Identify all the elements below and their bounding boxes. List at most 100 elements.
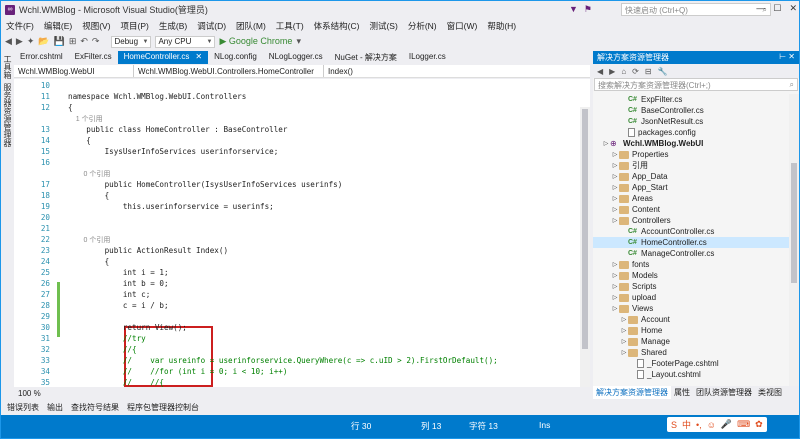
save-all-icon[interactable]: ⊞ <box>69 36 77 47</box>
nav-member-dropdown[interactable]: Index() <box>324 65 444 77</box>
menu-item[interactable]: 窗口(W) <box>442 20 483 32</box>
code-editor[interactable]: 10 11 namespace Wchl.WMBlog.WebUI.Controll… <box>14 79 590 387</box>
tree-item[interactable]: ▷ ⊕ Wchl.WMBlog.WebUI <box>593 138 789 149</box>
forward-icon[interactable]: ▶ <box>609 67 615 76</box>
properties-icon[interactable]: 🔧 <box>658 67 668 76</box>
tree-item[interactable]: ▷ fonts <box>593 259 789 270</box>
panel-tab[interactable]: 解决方案资源管理器 <box>593 386 671 399</box>
tree-item[interactable]: ▷ 引用 <box>593 160 789 171</box>
tree-item[interactable]: C# JsonNetResult.cs <box>593 116 789 127</box>
tree-item[interactable]: ▷ Content <box>593 204 789 215</box>
run-button[interactable]: ▶ Google Chrome <box>219 36 292 47</box>
document-tab[interactable]: NLogLogger.cs <box>263 51 329 64</box>
panel-tab[interactable]: 属性 <box>671 386 693 399</box>
expand-icon[interactable]: ▷ <box>611 206 619 213</box>
expand-icon[interactable]: ▷ <box>611 294 619 301</box>
document-tab[interactable]: Error.cshtml <box>14 51 69 64</box>
ime-toolbar[interactable]: S 中 •, ☺ 🎤 ⌨ ✿ <box>667 417 767 432</box>
expand-icon[interactable]: ▷ <box>611 261 619 268</box>
toolbox-tab[interactable]: 工具箱 <box>2 55 13 79</box>
tree-scrollbar-thumb[interactable] <box>791 163 797 283</box>
zoom-level[interactable]: 100 % <box>14 387 590 399</box>
panel-tab[interactable]: 类视图 <box>755 386 785 399</box>
output-tab[interactable]: 输出 <box>47 402 63 413</box>
expand-icon[interactable]: ▷ <box>620 338 628 345</box>
maximize-button[interactable]: ☐ <box>773 3 781 14</box>
expand-icon[interactable]: ▷ <box>620 316 628 323</box>
redo-icon[interactable]: ↷ <box>92 36 100 47</box>
collapse-icon[interactable]: ⊟ <box>645 67 652 76</box>
tree-item[interactable]: ▷ Shared <box>593 347 789 358</box>
expand-icon[interactable]: ▷ <box>620 327 628 334</box>
filter-icon[interactable]: ▼ <box>569 4 578 15</box>
menu-item[interactable]: 工具(T) <box>271 20 309 32</box>
tree-item[interactable]: ▷ App_Start <box>593 182 789 193</box>
back-icon[interactable]: ◀ <box>5 36 12 47</box>
panel-tab[interactable]: 团队资源管理器 <box>693 386 755 399</box>
tree-item[interactable]: ▷ upload <box>593 292 789 303</box>
tree-item[interactable]: ▷ Models <box>593 270 789 281</box>
nav-project-dropdown[interactable]: Wchl.WMBlog.WebUI <box>14 65 134 77</box>
home-icon[interactable]: ⌂ <box>621 67 626 76</box>
document-tab[interactable]: HomeController.cs ✕ <box>117 51 209 64</box>
tree-item[interactable]: packages.config <box>593 127 789 138</box>
pin-icon[interactable]: ⊢ ✕ <box>779 52 795 63</box>
expand-icon[interactable]: ▷ <box>620 349 628 356</box>
open-file-icon[interactable]: 📂 <box>38 36 49 47</box>
close-icon[interactable]: ✕ <box>195 52 202 61</box>
output-tab[interactable]: 错误列表 <box>7 402 39 413</box>
expand-icon[interactable]: ▷ <box>611 217 619 224</box>
menu-item[interactable]: 视图(V) <box>77 20 115 32</box>
expand-icon[interactable]: ▷ <box>611 283 619 290</box>
tree-item[interactable]: ▷ Manage <box>593 336 789 347</box>
close-button[interactable]: ✕ <box>789 3 797 14</box>
undo-icon[interactable]: ↶ <box>80 36 88 47</box>
tree-item[interactable]: C# ExpFilter.cs <box>593 94 789 105</box>
tree-item[interactable]: ▷ Account <box>593 314 789 325</box>
menu-item[interactable]: 项目(P) <box>116 20 154 32</box>
config-dropdown[interactable]: Debug ▼ <box>111 35 152 48</box>
menu-item[interactable]: 团队(M) <box>231 20 271 32</box>
server-explorer-tab[interactable]: 服务器资源管理器 <box>2 83 13 147</box>
sync-icon[interactable]: ⟳ <box>632 67 639 76</box>
menu-item[interactable]: 帮助(H) <box>482 20 521 32</box>
tree-item[interactable]: ▷ Home <box>593 325 789 336</box>
menu-item[interactable]: 测试(S) <box>364 20 402 32</box>
expand-icon[interactable]: ▷ <box>611 151 619 158</box>
minimize-button[interactable]: — <box>756 3 765 14</box>
notification-icon[interactable]: ⚑ <box>584 4 592 15</box>
document-tab[interactable]: NuGet - 解决方案 <box>329 51 403 64</box>
tree-item[interactable]: ▷ App_Data <box>593 171 789 182</box>
solution-search-input[interactable]: 搜索解决方案资源管理器(Ctrl+;) ⌕ <box>594 78 798 91</box>
tree-item[interactable]: ▷ Scripts <box>593 281 789 292</box>
tree-item[interactable]: _Layout.cshtml <box>593 369 789 380</box>
tree-item[interactable]: C# HomeController.cs <box>593 237 789 248</box>
expand-icon[interactable]: ▷ <box>611 195 619 202</box>
menu-item[interactable]: 生成(B) <box>154 20 192 32</box>
tree-item[interactable]: ▷ Controllers <box>593 215 789 226</box>
menu-item[interactable]: 调试(D) <box>192 20 231 32</box>
menu-item[interactable]: 体系结构(C) <box>309 20 365 32</box>
expand-icon[interactable]: ▷ <box>611 173 619 180</box>
tree-item[interactable]: ▷ Views <box>593 303 789 314</box>
output-tab[interactable]: 程序包管理器控制台 <box>127 402 199 413</box>
expand-icon[interactable]: ▷ <box>611 184 619 191</box>
tree-item[interactable]: C# AccountController.cs <box>593 226 789 237</box>
nav-class-dropdown[interactable]: Wchl.WMBlog.WebUI.Controllers.HomeContro… <box>134 65 324 77</box>
run-dropdown-icon[interactable]: ▾ <box>296 36 301 47</box>
tree-item[interactable]: ▷ Areas <box>593 193 789 204</box>
new-project-icon[interactable]: ✦ <box>27 36 35 47</box>
back-icon[interactable]: ◀ <box>597 67 603 76</box>
platform-dropdown[interactable]: Any CPU ▼ <box>155 35 216 48</box>
output-tab[interactable]: 查找符号结果 <box>71 402 119 413</box>
document-tab[interactable]: ExFilter.cs <box>69 51 118 64</box>
forward-icon[interactable]: ▶ <box>16 36 23 47</box>
document-tab[interactable]: ILogger.cs <box>403 51 452 64</box>
expand-icon[interactable]: ▷ <box>611 305 619 312</box>
expand-icon[interactable]: ▷ <box>611 272 619 279</box>
quick-launch-input[interactable]: 快速启动 (Ctrl+Q) ⌕ <box>621 3 771 16</box>
tree-item[interactable]: C# ManageController.cs <box>593 248 789 259</box>
expand-icon[interactable]: ▷ <box>602 140 610 147</box>
save-icon[interactable]: 💾 <box>54 36 65 47</box>
tree-item[interactable]: ▷ Properties <box>593 149 789 160</box>
